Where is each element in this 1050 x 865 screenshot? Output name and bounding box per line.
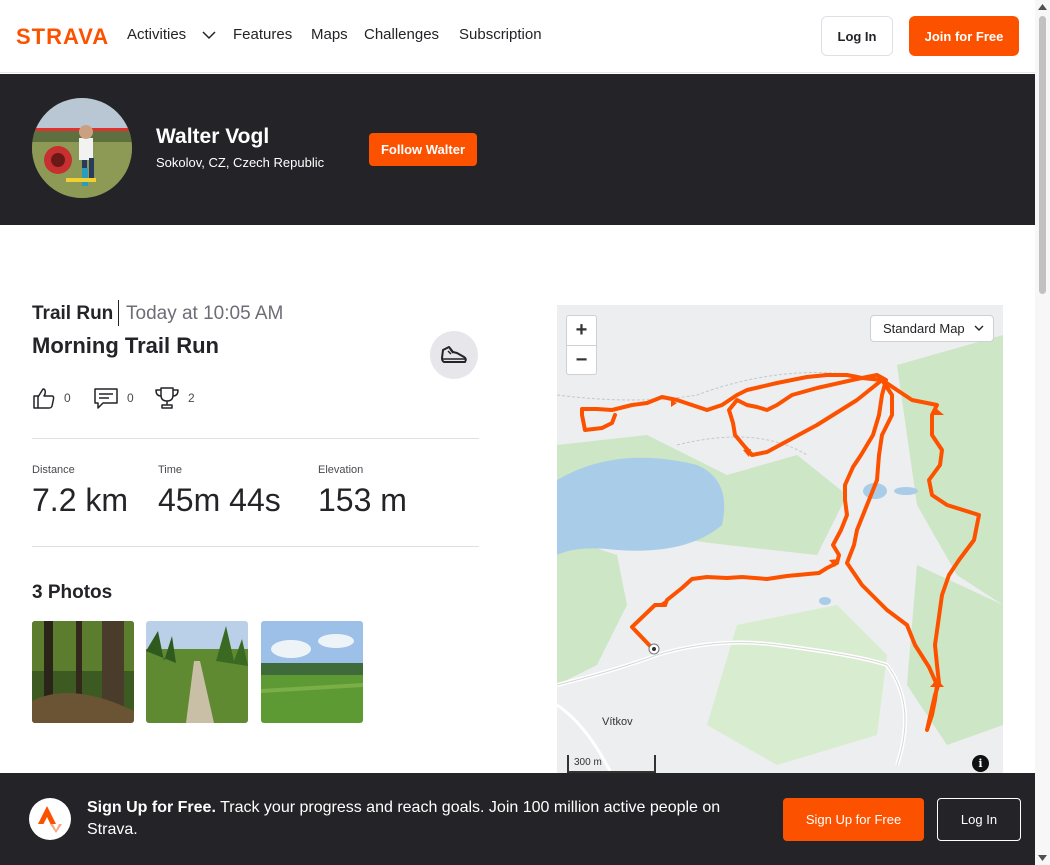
achievements-count: 2 [188, 391, 195, 405]
top-nav: STRAVA Activities Features Maps Challeng… [0, 0, 1035, 73]
comment-icon [94, 388, 118, 409]
stat-value-distance: 7.2 km [32, 482, 129, 518]
divider [32, 546, 479, 547]
banner-login-button[interactable]: Log In [937, 798, 1021, 841]
signup-banner: Sign Up for Free. Track your progress an… [0, 773, 1035, 865]
photo-thumbnail[interactable] [261, 621, 363, 723]
page-scrollbar[interactable] [1035, 0, 1050, 865]
chevron-down-icon[interactable] [202, 30, 216, 40]
scrollbar-thumb[interactable] [1039, 16, 1046, 294]
athlete-name[interactable]: Walter Vogl [156, 125, 269, 149]
activity-date: Today at 10:05 AM [126, 303, 284, 324]
photo-thumbnail[interactable] [146, 621, 248, 723]
stat-label-elevation: Elevation [318, 464, 364, 476]
achievements[interactable]: 2 [154, 386, 195, 410]
avatar[interactable] [32, 98, 132, 198]
activity-type: Trail Run [32, 303, 114, 324]
signup-text: Sign Up for Free. Track your progress an… [87, 797, 767, 841]
shoe-icon [441, 346, 467, 363]
divider [118, 300, 119, 326]
map-canvas[interactable] [557, 305, 1003, 775]
comments[interactable]: 0 [93, 386, 134, 410]
athlete-header: Walter Vogl Sokolov, CZ, Czech Republic … [0, 74, 1035, 225]
strava-logo-icon [29, 798, 71, 840]
zoom-in-button[interactable]: + [567, 316, 596, 345]
shoe-button[interactable] [430, 331, 478, 379]
athlete-location: Sokolov, CZ, Czech Republic [156, 155, 325, 170]
route-map[interactable]: + − Standard Map Vítkov 300 m i [557, 305, 1003, 775]
signup-button[interactable]: Sign Up for Free [783, 798, 924, 841]
thumbs-up-icon [33, 388, 55, 409]
zoom-control: + − [566, 315, 597, 375]
nav-activities[interactable]: Activities [127, 26, 186, 43]
stat-label-time: Time [158, 464, 183, 476]
map-style-select[interactable]: Standard Map [870, 315, 994, 342]
divider [32, 438, 479, 439]
kudos[interactable]: 0 [32, 386, 71, 410]
photo-thumbnail[interactable] [32, 621, 134, 723]
login-button[interactable]: Log In [821, 16, 893, 56]
zoom-out-button[interactable]: − [567, 345, 596, 374]
nav-subscription[interactable]: Subscription [459, 26, 542, 43]
strava-logo[interactable]: STRAVA [16, 24, 112, 48]
stat-value-time: 45m 44s [158, 482, 281, 518]
svg-text:STRAVA: STRAVA [16, 24, 109, 48]
nav-challenges[interactable]: Challenges [364, 26, 439, 43]
stat-value-elevation: 153 m [318, 482, 407, 518]
map-scale-label: 300 m [574, 757, 602, 768]
comments-count: 0 [127, 391, 134, 405]
scroll-up-icon[interactable] [1038, 4, 1047, 10]
signup-headline: Sign Up for Free. [87, 799, 216, 816]
scroll-down-icon[interactable] [1038, 855, 1047, 861]
trophy-icon [155, 387, 179, 409]
map-place-label: Vítkov [602, 716, 633, 728]
follow-button[interactable]: Follow Walter [369, 133, 477, 166]
activity-title: Morning Trail Run [32, 333, 219, 358]
map-style-value: Standard Map [883, 321, 965, 336]
chevron-down-icon [974, 325, 984, 331]
kudos-count: 0 [64, 391, 71, 405]
nav-maps[interactable]: Maps [311, 26, 348, 43]
stat-label-distance: Distance [32, 464, 75, 476]
info-icon[interactable]: i [972, 755, 989, 772]
join-button[interactable]: Join for Free [909, 16, 1019, 56]
nav-features[interactable]: Features [233, 26, 292, 43]
photos-title: 3 Photos [32, 582, 113, 603]
